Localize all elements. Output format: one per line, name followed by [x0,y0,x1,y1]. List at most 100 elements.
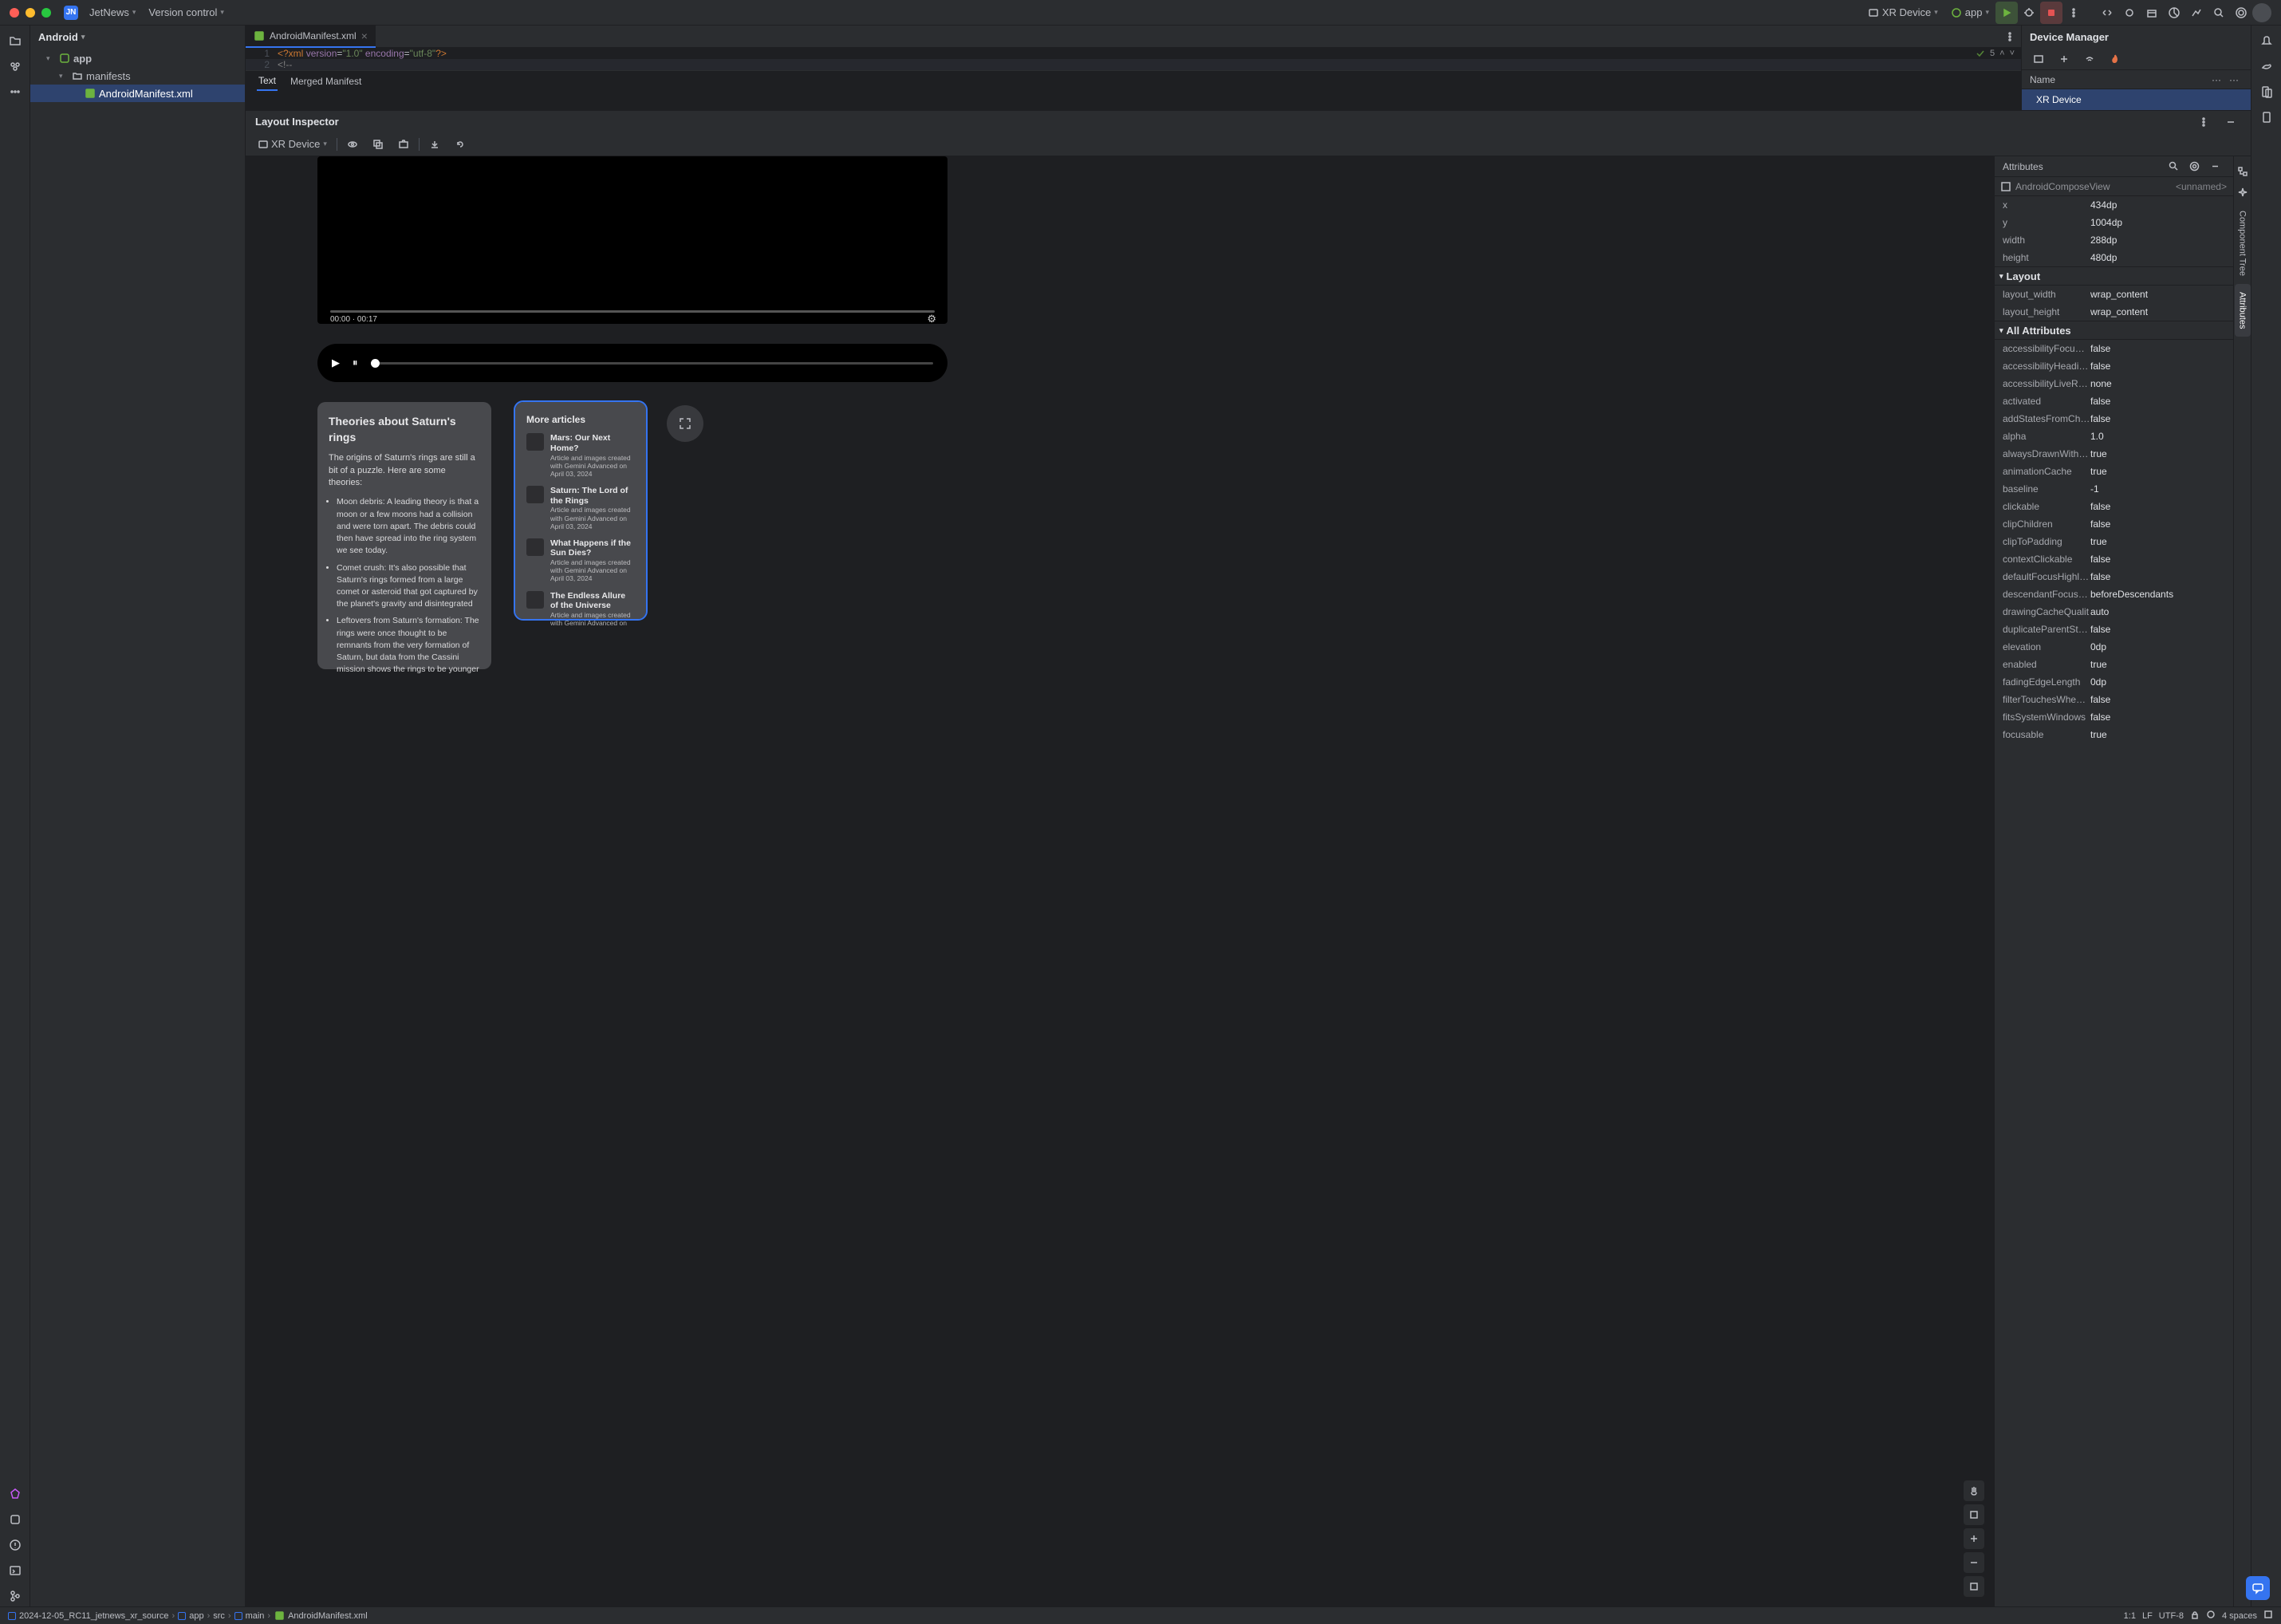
line-ending[interactable]: LF [2142,1611,2153,1621]
gems-tool-button[interactable] [5,1484,26,1504]
section-layout[interactable]: ▾Layout [1995,266,2233,286]
structure-tool-button[interactable] [5,1509,26,1530]
problems-tool-button[interactable] [5,1535,26,1555]
breadcrumb[interactable]: 2024-12-05_RC11_jetnews_xr_source› app› … [8,1610,368,1622]
col-name[interactable]: Name [2030,74,2208,85]
highlight-icon[interactable] [2206,1610,2216,1622]
zoom-in-button[interactable] [1964,1528,1984,1549]
tree-node-app[interactable]: ▾ app [30,49,245,67]
inspector-canvas[interactable]: 00:00 · 00:17 ⚙ ▶ ⏸ Theories about Satur… [246,156,1994,1606]
overlay-icon[interactable] [368,134,388,155]
attribute-row[interactable]: activatedfalse [1995,392,2233,410]
gradle-icon[interactable] [2256,56,2277,77]
debug-button[interactable] [2018,2,2040,24]
tab-attributes[interactable]: Attributes [2235,284,2251,337]
build-icon[interactable] [2141,2,2163,24]
settings-icon[interactable] [2184,156,2204,177]
chevron-down-icon[interactable]: ˅ [2010,49,2015,58]
attribute-row[interactable]: drawingCacheQualitauto [1995,603,2233,621]
content-card-more-articles[interactable]: More articles Mars: Our Next Home?Articl… [515,402,646,619]
attribute-row[interactable]: animationCachetrue [1995,463,2233,480]
minimize-icon[interactable] [26,8,35,18]
attribute-row[interactable]: descendantFocus…beforeDescendants [1995,585,2233,603]
more-menu[interactable] [2062,2,2085,24]
attribute-row[interactable]: accessibilityFocu…false [1995,340,2233,357]
editor-line-1[interactable]: 1 <?xml version="1.0" encoding="utf-8"?>… [246,48,2021,59]
editor-tab-menu[interactable] [1999,26,2021,48]
inspector-device-selector[interactable]: XR Device ▾ [254,136,332,152]
attribute-row[interactable]: clickablefalse [1995,498,2233,515]
article-item[interactable]: What Happens if the Sun Dies?Article and… [526,538,635,583]
git-tool-button[interactable] [5,1586,26,1606]
close-tab-icon[interactable]: × [361,30,368,42]
attribute-row[interactable]: focusabletrue [1995,726,2233,743]
ai-assistant-button[interactable] [2246,1576,2270,1600]
caret-position[interactable]: 1:1 [2124,1611,2136,1621]
pair-device-button[interactable] [2028,49,2049,69]
attribute-row[interactable]: alwaysDrawnWith…true [1995,445,2233,463]
attribute-row[interactable]: baseline-1 [1995,480,2233,498]
stop-button[interactable] [2040,2,2062,24]
attribute-row[interactable]: height480dp [1995,249,2233,266]
attribute-row[interactable]: accessibilityHeadi…false [1995,357,2233,375]
fire-icon[interactable] [2105,49,2125,69]
pan-button[interactable] [1964,1480,1984,1501]
tree-node-manifests[interactable]: ▾ manifests [30,67,245,85]
notifications-icon[interactable] [2256,30,2277,51]
device-selector[interactable]: XR Device ▾ [1861,3,1944,22]
search-icon[interactable] [2163,156,2184,177]
readonly-icon[interactable] [2190,1610,2200,1622]
attribute-row[interactable]: contextClickablefalse [1995,550,2233,568]
attribute-row[interactable]: filterTouchesWhe…false [1995,691,2233,708]
run-config-selector[interactable]: app ▾ [1944,3,1995,22]
code-with-me-icon[interactable] [2096,2,2118,24]
minimize-icon[interactable] [2204,156,2225,177]
attribute-row[interactable]: fadingEdgeLength0dp [1995,673,2233,691]
close-icon[interactable] [10,8,19,18]
project-tool-button[interactable] [5,30,26,51]
attribute-row[interactable]: elevation0dp [1995,638,2233,656]
minimize-panel-icon[interactable] [2220,112,2241,132]
settings-icon[interactable] [2230,2,2252,24]
article-item[interactable]: Mars: Our Next Home?Article and images c… [526,433,635,478]
tab-component-tree[interactable]: Component Tree [2235,203,2251,284]
attribute-row[interactable]: addStatesFromCh…false [1995,410,2233,428]
attribute-row[interactable]: defaultFocusHighli…false [1995,568,2233,585]
maximize-icon[interactable] [41,8,51,18]
attribute-row[interactable]: width288dp [1995,231,2233,249]
editor-tab[interactable]: AndroidManifest.xml × [246,26,376,48]
avatar[interactable] [2252,3,2271,22]
wifi-icon[interactable] [2079,49,2100,69]
chevron-up-icon[interactable]: ˄ [1999,49,2004,58]
section-all-attributes[interactable]: ▾All Attributes [1995,321,2233,340]
status-menu-icon[interactable] [2263,1610,2273,1622]
device-row[interactable]: XR Device [2022,89,2251,110]
resource-tool-button[interactable] [5,56,26,77]
zoom-out-button[interactable] [1964,1552,1984,1573]
vcs-menu[interactable]: Version control ▾ [142,3,230,22]
fit-button[interactable] [1964,1576,1984,1597]
add-device-button[interactable] [2054,49,2074,69]
play-icon[interactable]: ▶ [332,357,340,369]
attribute-row[interactable]: clipChildrenfalse [1995,515,2233,533]
attribute-row[interactable]: duplicateParentSt…false [1995,621,2233,638]
expand-fab[interactable] [667,405,703,442]
gear-icon[interactable]: ⚙ [927,313,936,325]
editor-line-2[interactable]: 2 <!-- [246,59,2021,70]
eye-icon[interactable] [342,134,363,155]
encoding[interactable]: UTF-8 [2159,1611,2184,1621]
attribute-row[interactable]: clipToPaddingtrue [1995,533,2233,550]
profiler-icon[interactable] [2163,2,2185,24]
running-devices-icon[interactable] [2256,107,2277,128]
panel-menu[interactable] [2193,112,2214,132]
video-progress[interactable] [330,310,935,313]
sparkle-icon[interactable] [2232,182,2253,203]
attribute-row[interactable]: alpha1.0 [1995,428,2233,445]
snapshot-icon[interactable] [393,134,414,155]
project-menu[interactable]: JetNews ▾ [83,3,142,22]
col-actions[interactable]: ··· [2208,74,2225,85]
attribute-row[interactable]: y1004dp [1995,214,2233,231]
app-inspection-icon[interactable] [2185,2,2208,24]
device-manager-icon[interactable] [2256,81,2277,102]
refresh-icon[interactable] [450,134,471,155]
